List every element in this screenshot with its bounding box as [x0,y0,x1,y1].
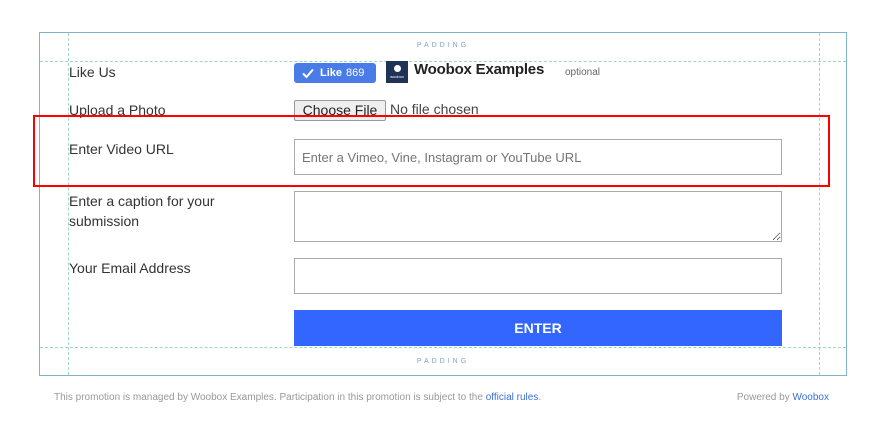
padding-label-bottom: PADDING [416,358,470,365]
caption-textarea[interactable] [294,191,782,242]
woobox-link[interactable]: Woobox [792,392,829,403]
padding-guide-bottom [40,347,846,348]
powered-by-text: Powered by [736,392,790,403]
facebook-like-button[interactable]: Like 869 [294,63,376,83]
footer-disclaimer-text: This promotion is managed by Woobox Exam… [54,392,483,403]
optional-note: optional [565,67,601,78]
padding-label-top: PADDING [416,42,470,49]
footer-period: . [538,392,542,403]
email-input[interactable] [294,258,782,294]
official-rules-link[interactable]: official rules [486,392,539,403]
like-us-label: Like Us [69,64,116,80]
like-count: 869 [346,67,365,79]
woobox-page-logo[interactable]: woobox [386,61,408,83]
email-label: Your Email Address [69,260,191,276]
page-name-link[interactable]: Woobox Examples [414,61,544,78]
powered-by: Powered by Woobox [737,392,829,403]
like-button-label: Like [320,67,343,79]
enter-button[interactable]: ENTER [294,310,782,346]
logo-text: woobox [390,74,404,79]
check-icon [302,68,314,79]
footer-disclaimer: This promotion is managed by Woobox Exam… [54,392,541,403]
padding-guide-right [819,33,820,375]
logo-icon [393,65,401,72]
video-url-highlight-box [33,115,830,187]
caption-label: Enter a caption for your submission [69,193,215,229]
